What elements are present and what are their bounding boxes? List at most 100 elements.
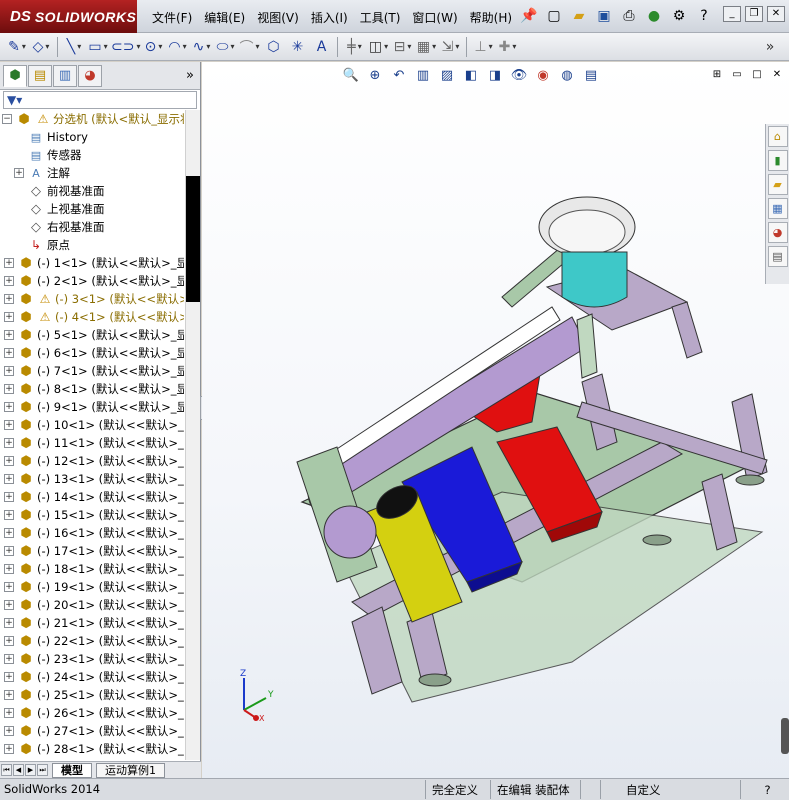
ellipse-icon[interactable]: ⬭ <box>214 36 236 58</box>
expand-toggle-icon[interactable]: + <box>4 600 14 610</box>
expand-toggle-icon[interactable]: + <box>4 312 14 322</box>
point-icon[interactable]: ✳ <box>286 36 308 58</box>
tree-item[interactable]: + ⬢ (-) 26<1> (默认<<默认>_显示 <box>0 704 184 722</box>
tree-item[interactable]: + ⬢ (-) 1<1> (默认<<默认>_显示 <box>0 254 184 272</box>
tree-item[interactable]: + ⬢ (-) 18<1> (默认<<默认>_显示 <box>0 560 184 578</box>
tree-item[interactable]: + ⬢ (-) 20<1> (默认<<默认>_显示 <box>0 596 184 614</box>
expand-toggle-icon[interactable]: + <box>4 366 14 376</box>
print-icon[interactable]: ⎙ <box>618 5 640 27</box>
tab-model[interactable]: 模型 <box>52 762 92 778</box>
tree-filter[interactable]: ▼▾ <box>3 91 197 109</box>
minimize-icon[interactable]: _ <box>723 6 741 22</box>
arc-icon[interactable]: ◠ <box>166 36 188 58</box>
tree-item[interactable]: + ⬢ (-) 13<1> (默认<<默认>_显示 <box>0 470 184 488</box>
spline-icon[interactable]: ∿ <box>190 36 212 58</box>
restore-icon[interactable]: ❐ <box>745 6 763 22</box>
filter-icon[interactable]: ▼▾ <box>7 93 22 107</box>
tree-item[interactable]: + ⬢ (-) 5<1> (默认<<默认>_显示 <box>0 326 184 344</box>
expand-toggle-icon[interactable]: + <box>4 744 14 754</box>
save-icon[interactable]: ▣ <box>593 5 615 27</box>
tree-item[interactable]: + ⬢ ⚠ (-) 4<1> (默认<<默认>_显 <box>0 308 184 326</box>
assembly-model[interactable] <box>202 62 789 778</box>
expand-toggle-icon[interactable]: + <box>4 546 14 556</box>
tree-item[interactable]: + ⬢ (-) 8<1> (默认<<默认>_显示 <box>0 380 184 398</box>
pin-icon[interactable]: 📌 <box>518 5 540 27</box>
tree-item[interactable]: ◇ 右视基准面 <box>0 218 184 236</box>
new-document-icon[interactable]: ▢ <box>543 5 565 27</box>
menu-view[interactable]: 视图(V) <box>251 7 305 28</box>
tree-item[interactable]: + ⬢ (-) 24<1> (默认<<默认>_显示 <box>0 668 184 686</box>
expand-toggle-icon[interactable]: + <box>4 492 14 502</box>
menu-window[interactable]: 窗口(W) <box>406 7 463 28</box>
tree-item[interactable]: + ⬢ (-) 6<1> (默认<<默认>_显示 <box>0 344 184 362</box>
tree-item[interactable]: + ⬢ (-) 10<1> (默认<<默认>_显示 <box>0 416 184 434</box>
property-manager-tab-icon[interactable]: ▤ <box>28 64 52 87</box>
expand-toggle-icon[interactable]: + <box>4 654 14 664</box>
pattern-icon[interactable]: ▦ <box>415 36 437 58</box>
tab-motion-study[interactable]: 运动算例1 <box>96 762 165 778</box>
tree-item[interactable]: + ⬢ (-) 7<1> (默认<<默认>_显示 <box>0 362 184 380</box>
tree-item[interactable]: ↳ 原点 <box>0 236 184 254</box>
solidworks-logo[interactable]: DS SOLIDWORKS <box>0 0 137 33</box>
tree-item[interactable]: ▤ 传感器 <box>0 146 184 164</box>
expand-toggle-icon[interactable]: + <box>4 618 14 628</box>
slot-icon[interactable]: ⊂⊃ <box>111 36 140 58</box>
expand-toggle-icon[interactable]: + <box>4 690 14 700</box>
expand-toggle-icon[interactable]: + <box>4 636 14 646</box>
tree-item[interactable]: + A 注解 <box>0 164 184 182</box>
tree-item[interactable]: + ⬢ ⚠ (-) 3<1> (默认<<默认>_显 <box>0 290 184 308</box>
tree-item[interactable]: + ⬢ (-) 21<1> (默认<<默认>_显示 <box>0 614 184 632</box>
expand-toggle-icon[interactable]: + <box>4 330 14 340</box>
custom-properties-icon[interactable]: ▤ <box>767 246 788 267</box>
open-folder-icon[interactable]: ▰ <box>568 5 590 27</box>
feature-manager-tab-icon[interactable]: ⬢ <box>3 64 27 87</box>
convert-entities-icon[interactable]: ◫ <box>367 36 389 58</box>
tree-item[interactable]: + ⬢ (-) 25<1> (默认<<默认>_显示 <box>0 686 184 704</box>
offset-icon[interactable]: ⊟ <box>391 36 413 58</box>
tree-item[interactable]: + ⬢ (-) 16<1> (默认<<默认>_显示 <box>0 524 184 542</box>
tree-item[interactable]: ◇ 上视基准面 <box>0 200 184 218</box>
tab-last-icon[interactable]: ⏭ <box>37 764 48 776</box>
configuration-manager-tab-icon[interactable]: ▥ <box>53 64 77 87</box>
status-help-icon[interactable]: ? <box>740 780 788 799</box>
expand-toggle-icon[interactable]: + <box>4 384 14 394</box>
view-palette-icon[interactable]: ▦ <box>767 198 788 219</box>
panel-overflow-icon[interactable]: » <box>186 68 194 83</box>
file-explorer-icon[interactable]: ▰ <box>767 174 788 195</box>
text-icon[interactable]: A <box>310 36 332 58</box>
menu-insert[interactable]: 插入(I) <box>305 7 354 28</box>
tree-item[interactable]: ▤ History <box>0 128 184 146</box>
tree-item[interactable]: + ⬢ (-) 27<1> (默认<<默认>_显示 <box>0 722 184 740</box>
repair-sketch-icon[interactable]: ✚ <box>496 36 518 58</box>
expand-toggle-icon[interactable]: + <box>4 528 14 538</box>
tab-first-icon[interactable]: ⏮ <box>1 764 12 776</box>
expand-toggle-icon[interactable]: + <box>4 438 14 448</box>
expand-toggle-icon[interactable]: + <box>4 294 14 304</box>
menu-file[interactable]: 文件(F) <box>146 7 198 28</box>
polygon-icon[interactable]: ⬡ <box>262 36 284 58</box>
expand-toggle-icon[interactable]: + <box>4 474 14 484</box>
menu-edit[interactable]: 编辑(E) <box>198 7 251 28</box>
help-icon[interactable]: ? <box>693 5 715 27</box>
rebuild-icon[interactable]: ● <box>643 5 665 27</box>
expand-toggle-icon[interactable]: + <box>4 456 14 466</box>
expand-toggle-icon[interactable]: + <box>4 564 14 574</box>
tree-scroll-thumb[interactable] <box>186 176 200 302</box>
trim-icon[interactable]: ╪ <box>343 36 365 58</box>
tree-item[interactable]: + ⬢ (-) 17<1> (默认<<默认>_显示 <box>0 542 184 560</box>
expand-toggle-icon[interactable]: + <box>4 726 14 736</box>
rectangle-icon[interactable]: ▭ <box>87 36 109 58</box>
line-icon[interactable]: ╲ <box>63 36 85 58</box>
tree-item[interactable]: + ⬢ (-) 11<1> (默认<<默认>_显示 <box>0 434 184 452</box>
graphics-scroll-handle[interactable] <box>781 718 789 754</box>
display-manager-tab-icon[interactable]: ◕ <box>78 64 102 87</box>
smart-dimension-icon[interactable]: ◇ <box>30 36 52 58</box>
relations-icon[interactable]: ⊥ <box>472 36 494 58</box>
sketch-icon[interactable]: ✎ <box>6 36 28 58</box>
tree-item[interactable]: + ⬢ (-) 22<1> (默认<<默认>_显示 <box>0 632 184 650</box>
expand-toggle-icon[interactable]: + <box>4 708 14 718</box>
tree-item[interactable]: ◇ 前视基准面 <box>0 182 184 200</box>
expand-toggle-icon[interactable]: + <box>4 510 14 520</box>
tree-item[interactable]: −⬢ ⚠ 分选机 (默认<默认_显示状态 <box>0 110 184 128</box>
design-library-icon[interactable]: ▮ <box>767 150 788 171</box>
